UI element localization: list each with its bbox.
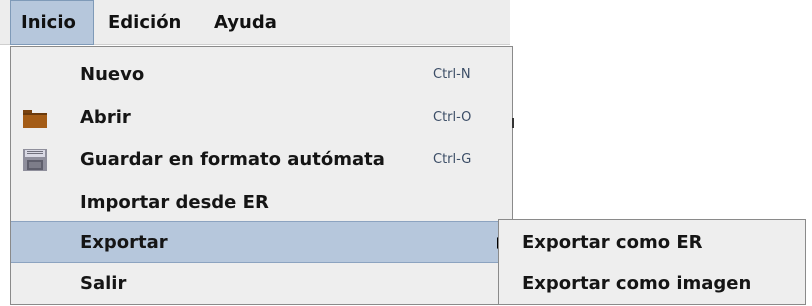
- save-icon: [23, 149, 47, 171]
- background-artifact: [512, 118, 514, 128]
- menu-edicion[interactable]: Edición: [98, 0, 198, 45]
- menu-item-exportar[interactable]: Exportar: [11, 221, 512, 263]
- submenu-item-exportar-er[interactable]: Exportar como ER: [499, 222, 805, 264]
- menu-item-label: Exportar como imagen: [522, 273, 752, 294]
- menu-item-label: Guardar en formato autómata: [80, 149, 385, 170]
- menu-item-salir[interactable]: Salir: [11, 263, 512, 305]
- menu-ayuda[interactable]: Ayuda: [204, 0, 284, 45]
- menubar: Inicio Edición Ayuda: [0, 0, 510, 45]
- menu-item-guardar[interactable]: Guardar en formato autómata Ctrl-G: [11, 139, 512, 181]
- menu-item-nuevo[interactable]: Nuevo Ctrl-N: [11, 54, 512, 96]
- submenu-item-exportar-imagen[interactable]: Exportar como imagen: [499, 263, 805, 305]
- folder-icon: [23, 110, 47, 128]
- menu-item-label: Exportar: [80, 232, 168, 253]
- shortcut-label: Ctrl-O: [433, 110, 472, 125]
- menu-inicio[interactable]: Inicio: [10, 0, 94, 45]
- exportar-submenu: Exportar como ER Exportar como imagen: [498, 219, 806, 305]
- menu-item-abrir[interactable]: Abrir Ctrl-O: [11, 97, 512, 139]
- shortcut-label: Ctrl-N: [433, 67, 471, 82]
- menu-item-label: Nuevo: [80, 64, 145, 85]
- application-window: Inicio Edición Ayuda Nuevo Ctrl-N Abrir …: [0, 0, 812, 306]
- menu-item-label: Exportar como ER: [522, 232, 703, 253]
- menu-item-importar[interactable]: Importar desde ER: [11, 182, 512, 224]
- menu-item-label: Abrir: [80, 107, 131, 128]
- shortcut-label: Ctrl-G: [433, 152, 472, 167]
- menu-item-label: Importar desde ER: [80, 192, 269, 213]
- menu-item-label: Salir: [80, 273, 127, 294]
- inicio-dropdown-menu: Nuevo Ctrl-N Abrir Ctrl-O Guardar en for…: [10, 46, 513, 305]
